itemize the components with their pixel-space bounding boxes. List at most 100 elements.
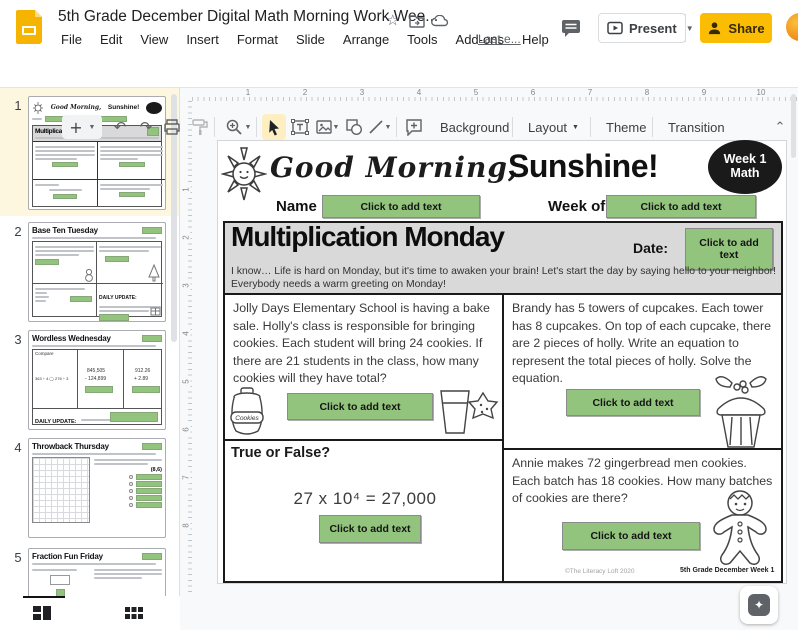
ruler-h-number: 4 — [414, 88, 424, 97]
cookie-jar-label: Cookies — [235, 415, 259, 422]
layout-label: Layout — [528, 119, 568, 135]
snowman-doodle — [85, 268, 93, 282]
slide-number: 4 — [14, 440, 22, 455]
sun-icon — [221, 147, 267, 201]
present-dropdown-caret[interactable]: ▼ — [684, 14, 694, 42]
menu-tools[interactable]: Tools — [398, 32, 446, 47]
google-slides-window: 5th Grade December Digital Math Morning … — [0, 0, 798, 630]
week-badge-line2: Math — [730, 165, 760, 180]
explore-icon: ✦ — [748, 594, 770, 616]
transition-button[interactable]: Transition — [660, 115, 733, 139]
week-of-label: Week of — [548, 198, 606, 215]
paint-format-icon[interactable] — [188, 114, 212, 140]
share-button[interactable]: Share — [700, 13, 772, 43]
copyright-text: ©The Literacy Loft 2020 — [565, 568, 635, 575]
true-or-false-heading: True or False? — [231, 445, 331, 461]
ruler-v-number: 8 — [181, 519, 191, 532]
mini-title: Wordless Wednesday — [32, 334, 111, 343]
ruler-horizontal: 1 2 3 4 5 6 7 8 9 10 — [192, 88, 798, 101]
line-caret[interactable]: ▼ — [382, 114, 394, 140]
user-avatar[interactable] — [786, 13, 798, 41]
ruler-v-number: 4 — [181, 327, 191, 340]
greeting-bold-text: Sunshine! — [508, 148, 659, 184]
print-icon[interactable] — [160, 114, 184, 140]
menu-format[interactable]: Format — [228, 32, 287, 47]
toolbar: + ▼ ↶ ↷ ▼ ▼ ▼ Background Layout ▼ Theme … — [0, 56, 798, 140]
collapse-toolbar-icon[interactable]: ⌃ — [768, 114, 792, 140]
answer-1-placeholder[interactable]: Click to add text — [287, 393, 433, 420]
comment-history-button[interactable] — [556, 14, 586, 42]
redo-icon[interactable]: ↷ — [134, 114, 158, 140]
slide-number: 3 — [14, 332, 22, 347]
week-badge-line1: Week 1 — [723, 152, 767, 166]
text-box-icon[interactable] — [288, 114, 312, 140]
ruler-h-number: 3 — [357, 88, 367, 97]
background-button[interactable]: Background — [432, 115, 517, 139]
mini-math-right-top: 912.26 — [135, 368, 151, 374]
slide-thumbnail-3[interactable]: Wordless Wednesday Compare 363 ÷ 4 ◯ 276… — [28, 330, 166, 430]
ruler-v-number: 2 — [181, 231, 191, 244]
cookie-jar-icon: Cookies — [230, 387, 264, 435]
mini-title: Fraction Fun Friday — [32, 552, 103, 561]
answer-2-placeholder[interactable]: Click to add text — [566, 389, 700, 416]
share-label: Share — [728, 20, 765, 36]
answer-3-placeholder[interactable]: Click to add text — [319, 515, 421, 543]
ruler-h-number: 5 — [471, 88, 481, 97]
document-title[interactable]: 5th Grade December Digital Math Morning … — [58, 8, 438, 26]
name-input-placeholder[interactable]: Click to add text — [322, 195, 480, 218]
shape-tool-icon[interactable] — [342, 114, 366, 140]
answer-4-placeholder[interactable]: Click to add text — [562, 522, 700, 550]
grid-view-button[interactable] — [124, 604, 144, 627]
gingerbread-man-icon — [713, 490, 767, 566]
greeting-script-text: Good Morning, — [270, 151, 519, 184]
day-header-band: Multiplication Monday Date: Click to add… — [225, 221, 781, 295]
insert-comment-icon[interactable] — [402, 114, 426, 140]
week-badge: Week 1 Math — [708, 140, 782, 194]
menu-insert[interactable]: Insert — [177, 32, 228, 47]
menu-view[interactable]: View — [131, 32, 177, 47]
ruler-v-number: 7 — [181, 471, 191, 484]
undo-icon[interactable]: ↶ — [108, 114, 132, 140]
question-cell-1: Jolly Days Elementary School is having a… — [225, 295, 504, 441]
grid-view-icon — [125, 607, 143, 619]
slide-canvas-area: 1 2 3 4 5 6 7 8 9 10 1 2 3 4 5 6 7 8 Good Morning, Sunsh… — [180, 88, 798, 630]
mini-title: Throwback Thursday — [32, 442, 109, 451]
move-folder-icon[interactable] — [409, 14, 425, 28]
ruler-h-number: 9 — [699, 88, 709, 97]
plus-icon[interactable]: + — [64, 114, 88, 140]
slide-number: 1 — [14, 98, 22, 113]
explore-button[interactable]: ✦ — [740, 586, 778, 624]
menu-arrange[interactable]: Arrange — [334, 32, 398, 47]
menu-file[interactable]: File — [52, 32, 91, 47]
slide-thumbnail-2[interactable]: Base Ten Tuesday DAILY UPDATE: — [28, 222, 166, 322]
date-label: Date: — [633, 240, 669, 256]
date-input-placeholder[interactable]: Click to add text — [685, 228, 773, 270]
ruler-v-number: 5 — [181, 375, 191, 388]
theme-button[interactable]: Theme — [598, 115, 654, 139]
menu-slide[interactable]: Slide — [287, 32, 334, 47]
sun-icon — [33, 101, 43, 114]
cupcake-icon — [715, 376, 767, 448]
cloud-status-icon[interactable] — [431, 15, 449, 27]
last-edit-link[interactable]: Last e... — [478, 32, 521, 46]
image-caret[interactable]: ▼ — [330, 114, 342, 140]
mini-daily-update: DAILY UPDATE: — [35, 419, 77, 425]
active-view-indicator — [23, 596, 65, 598]
mini-compare-label: Compare — [35, 351, 54, 356]
filmstrip-view-icon — [33, 606, 51, 620]
menu-edit[interactable]: Edit — [91, 32, 131, 47]
share-person-icon — [709, 21, 721, 34]
select-tool-icon[interactable] — [262, 114, 286, 140]
layout-button[interactable]: Layout ▼ — [520, 115, 587, 139]
slide-page[interactable]: Good Morning, Sunshine! Week 1 Math Name… — [217, 140, 787, 584]
present-button[interactable]: Present — [599, 14, 685, 42]
week-of-input-placeholder[interactable]: Click to add text — [606, 195, 756, 218]
zoom-caret[interactable]: ▼ — [242, 114, 254, 140]
star-icon[interactable]: ☆ — [386, 11, 399, 29]
mini-math-left: 363 ÷ 4 ◯ 276 ÷ 3 — [35, 376, 69, 381]
slide-thumbnail-5[interactable]: Fraction Fun Friday — [28, 548, 166, 596]
slide-thumbnail-4[interactable]: Throwback Thursday (8,6) — [28, 438, 166, 538]
worksheet-week-text: 5th Grade December Week 1 — [680, 567, 775, 574]
new-slide-caret[interactable]: ▼ — [86, 114, 98, 140]
filmstrip-view-button[interactable] — [32, 604, 52, 627]
